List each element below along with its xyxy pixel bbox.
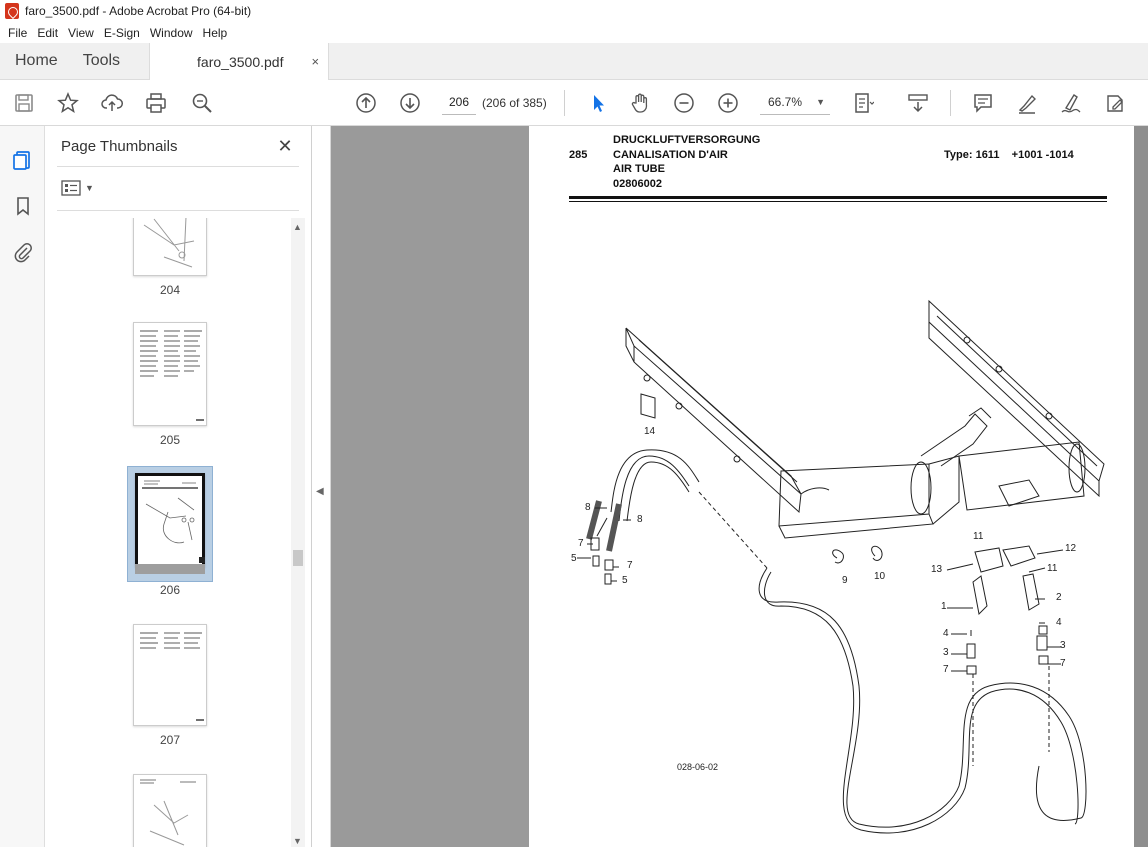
thumbnail-list: 204 205 206 207 bbox=[45, 218, 290, 847]
page-count: (206 of 385) bbox=[482, 96, 547, 110]
callout-label: 2 bbox=[1056, 592, 1062, 603]
zoom-in-icon[interactable] bbox=[715, 90, 741, 116]
callout-label: 8 bbox=[637, 514, 643, 525]
bookmark-icon[interactable] bbox=[10, 193, 36, 219]
callout-label: 13 bbox=[931, 564, 943, 575]
comment-icon[interactable] bbox=[970, 90, 996, 116]
close-tab-icon[interactable]: × bbox=[311, 54, 319, 69]
hand-tool-icon[interactable] bbox=[627, 90, 653, 116]
menu-window[interactable]: Window bbox=[145, 26, 198, 40]
callout-label: 8 bbox=[585, 502, 591, 513]
document-tab-label: faro_3500.pdf bbox=[197, 53, 284, 70]
scrollbar-thumb[interactable] bbox=[293, 550, 303, 566]
toolbar-divider bbox=[950, 90, 951, 116]
callout-label: 14 bbox=[644, 426, 656, 437]
panel-title: Page Thumbnails bbox=[61, 138, 178, 155]
callout-label: 7 bbox=[578, 538, 584, 549]
scroll-up-arrow-icon[interactable]: ▲ bbox=[293, 222, 302, 232]
cloud-upload-icon[interactable] bbox=[99, 90, 125, 116]
page-gutter bbox=[1134, 126, 1148, 847]
window-title: faro_3500.pdf - Adobe Acrobat Pro (64-bi… bbox=[25, 4, 252, 18]
options-list-icon bbox=[61, 180, 81, 196]
menu-edit[interactable]: Edit bbox=[32, 26, 63, 40]
panel-collapse-strip: ◀ bbox=[312, 126, 331, 847]
tab-document[interactable]: faro_3500.pdf × bbox=[149, 43, 330, 80]
collapse-panel-icon[interactable]: ◀ bbox=[316, 486, 324, 497]
toolbar-divider bbox=[564, 90, 565, 116]
thumbnail-page-204[interactable] bbox=[133, 218, 207, 276]
thumbnail-resize-handle[interactable] bbox=[199, 557, 205, 563]
close-panel-icon[interactable]: ✕ bbox=[275, 136, 295, 156]
thumbnail-page-207[interactable] bbox=[133, 624, 207, 726]
air-tube-exploded-diagram bbox=[577, 299, 1105, 834]
thumbnail-options-menu[interactable]: ▼ bbox=[61, 180, 94, 196]
thumbnail-scrollbar[interactable] bbox=[291, 218, 305, 847]
thumbnail-page-205[interactable] bbox=[133, 322, 207, 426]
thumbnail-page-next[interactable] bbox=[133, 774, 207, 847]
edit-pdf-icon[interactable] bbox=[1102, 90, 1128, 116]
zoom-out-icon[interactable] bbox=[671, 90, 697, 116]
scroll-down-arrow-icon[interactable]: ▼ bbox=[293, 836, 302, 846]
previous-page-icon[interactable] bbox=[353, 90, 379, 116]
callout-label: 3 bbox=[943, 647, 949, 658]
panel-divider bbox=[57, 210, 299, 211]
thumbnail-label: 207 bbox=[159, 733, 181, 747]
zoom-level-select[interactable]: 66.7% ▼ bbox=[760, 90, 830, 115]
print-icon[interactable] bbox=[143, 90, 169, 116]
thumbnail-label-selected: 206 bbox=[159, 583, 181, 597]
tab-bar: Home Tools faro_3500.pdf × bbox=[0, 43, 1148, 80]
figure-reference: 028-06-02 bbox=[677, 762, 719, 772]
thumbnail-label: 205 bbox=[159, 433, 181, 447]
scrolling-mode-icon[interactable] bbox=[905, 90, 931, 116]
attachment-icon[interactable] bbox=[10, 239, 36, 265]
zoom-search-icon[interactable] bbox=[189, 90, 215, 116]
callout-label: 11 bbox=[1047, 563, 1058, 574]
menu-view[interactable]: View bbox=[63, 26, 99, 40]
callout-label: 3 bbox=[1060, 640, 1066, 651]
chevron-down-icon: ▼ bbox=[816, 97, 825, 107]
tab-home[interactable]: Home bbox=[0, 43, 73, 79]
select-cursor-icon[interactable] bbox=[585, 90, 611, 116]
menu-bar: File Edit View E-Sign Window Help bbox=[0, 22, 1148, 43]
zoom-level-value: 66.7% bbox=[768, 95, 803, 109]
callout-label: 7 bbox=[943, 664, 949, 675]
callout-label: 4 bbox=[943, 628, 949, 639]
save-icon[interactable] bbox=[11, 90, 37, 116]
highlight-pen-icon[interactable] bbox=[1014, 90, 1040, 116]
pdf-page: 285 DRUCKLUFTVERSORGUNG CANALISATION D'A… bbox=[529, 126, 1134, 847]
page-number-input[interactable] bbox=[442, 90, 476, 115]
thumbnail-shade bbox=[135, 564, 205, 574]
callout-label: 4 bbox=[1056, 617, 1062, 628]
panel-divider bbox=[57, 166, 299, 167]
callout-label: 5 bbox=[622, 575, 628, 586]
callout-label: 7 bbox=[1060, 658, 1066, 669]
callout-label: 1 bbox=[941, 601, 947, 612]
thumbnail-label: 204 bbox=[159, 283, 181, 297]
acrobat-app-icon bbox=[5, 3, 19, 19]
left-rail bbox=[0, 126, 45, 847]
callout-label: 12 bbox=[1065, 543, 1077, 554]
menu-file[interactable]: File bbox=[3, 26, 32, 40]
title-bar: faro_3500.pdf - Adobe Acrobat Pro (64-bi… bbox=[0, 0, 1148, 22]
callout-label: 10 bbox=[874, 571, 886, 582]
menu-help[interactable]: Help bbox=[198, 26, 233, 40]
star-icon[interactable] bbox=[55, 90, 81, 116]
callout-label: 7 bbox=[627, 560, 633, 571]
menu-esign[interactable]: E-Sign bbox=[99, 26, 145, 40]
page-thumbnails-icon[interactable] bbox=[10, 147, 36, 173]
callout-label: 5 bbox=[571, 553, 577, 564]
document-view[interactable]: 285 DRUCKLUFTVERSORGUNG CANALISATION D'A… bbox=[331, 126, 1148, 847]
thumbnails-panel: Page Thumbnails ✕ ▼ 204 205 206 207 ▲ ▼ bbox=[45, 126, 312, 847]
next-page-icon[interactable] bbox=[397, 90, 423, 116]
chevron-down-icon: ▼ bbox=[85, 183, 94, 193]
callout-label: 11 bbox=[973, 531, 984, 542]
toolbar: (206 of 385) 66.7% ▼ bbox=[0, 80, 1148, 126]
signature-icon[interactable] bbox=[1058, 90, 1084, 116]
page-fit-icon[interactable] bbox=[850, 90, 876, 116]
tab-tools[interactable]: Tools bbox=[73, 43, 135, 79]
callout-label: 9 bbox=[842, 575, 848, 586]
thumbnail-page-206[interactable] bbox=[135, 473, 205, 567]
